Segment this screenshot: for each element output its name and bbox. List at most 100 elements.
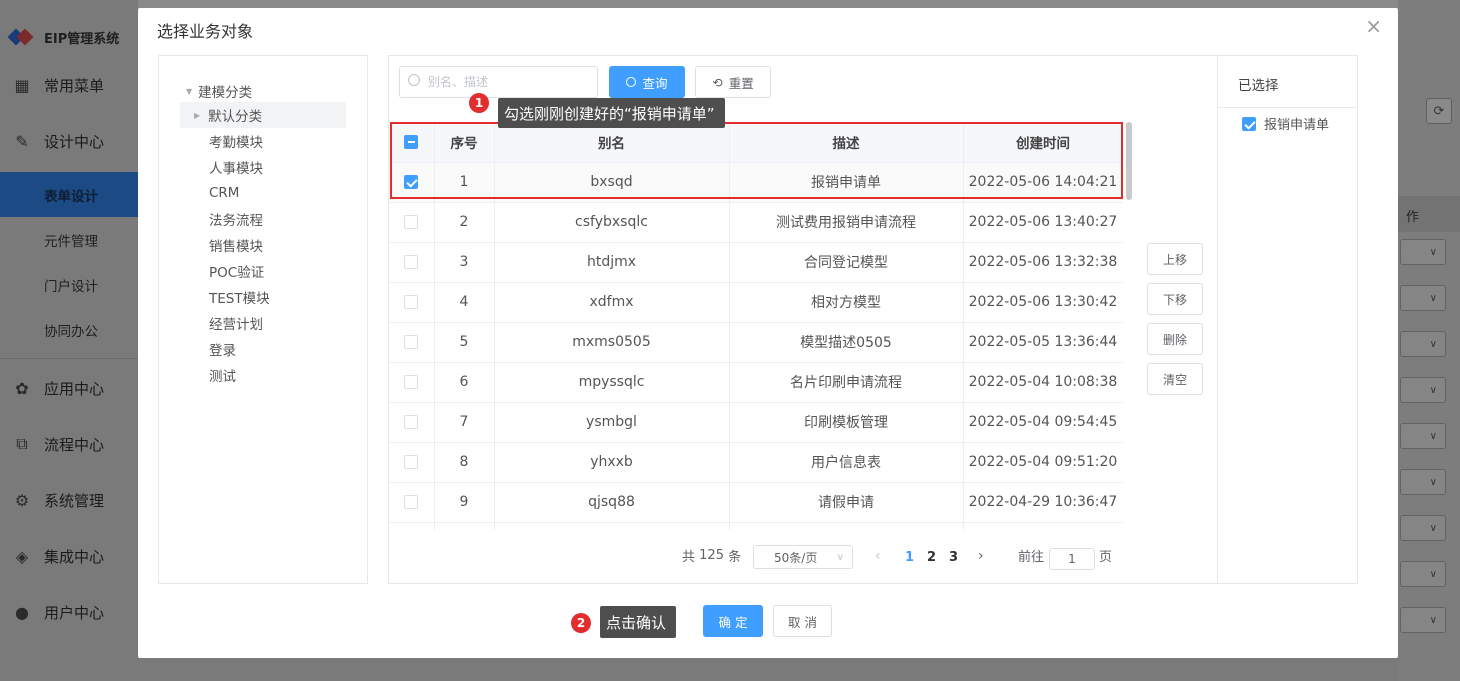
select-all-checkbox[interactable] (404, 134, 419, 149)
row-number: 8 (434, 442, 495, 483)
tree-item[interactable]: POC验证 (180, 258, 346, 284)
table-row[interactable]: 1 bxsqd 报销申请单 2022-05-06 14:04:21 (389, 162, 1123, 203)
move-up-button[interactable]: 上移 (1147, 243, 1203, 275)
row-created-time: 2022-05-06 13:40:27 (963, 202, 1123, 243)
prev-page-icon[interactable]: ‹ (875, 548, 881, 564)
column-header: 序号 (434, 122, 495, 163)
table-scrollbar-thumb[interactable] (1126, 122, 1132, 200)
gear-icon: ⚙ (14, 490, 30, 510)
page-size-select[interactable]: 50条/页 ∨ (753, 545, 853, 569)
background-row-dropdown[interactable]: ∨ (1400, 423, 1446, 449)
row-checkbox[interactable] (404, 335, 419, 349)
row-number: 7 (434, 402, 495, 443)
row-description: 报销申请单 (729, 162, 964, 203)
next-page-icon[interactable]: › (978, 548, 984, 564)
tree-item[interactable]: 测试 (180, 362, 346, 388)
tree-root[interactable]: ▼ 建模分类 (186, 81, 252, 101)
table-row[interactable]: 8 yhxxb 用户信息表 2022-05-04 09:51:20 (389, 442, 1123, 483)
tree-item[interactable]: CRM (180, 180, 346, 206)
background-row-dropdown[interactable]: ∨ (1400, 331, 1446, 357)
tree-item[interactable]: 法务流程 (180, 206, 346, 232)
tree-item[interactable]: 考勤模块 (180, 128, 346, 154)
select-all-cell[interactable] (389, 122, 435, 163)
tree-item[interactable]: 销售模块 (180, 232, 346, 258)
row-created-time: 2022-05-04 09:54:45 (963, 402, 1123, 443)
row-number: 4 (434, 282, 495, 323)
row-checkbox[interactable] (404, 215, 419, 229)
tree-item[interactable]: 经营计划 (180, 310, 346, 336)
subnav-form-design[interactable]: 表单设计 (0, 172, 138, 217)
user-icon: ● (15, 602, 29, 622)
confirm-button[interactable]: 确 定 (703, 605, 763, 637)
nav-item-flow-center[interactable]: ⧉ 流程中心 (0, 416, 138, 472)
table-row[interactable]: 2 csfybxsqlc 测试费用报销申请流程 2022-05-06 13:40… (389, 202, 1123, 243)
selected-item-checkbox[interactable] (1242, 116, 1256, 131)
row-created-time: 2022-05-06 14:04:21 (963, 162, 1123, 203)
reset-label: 重置 (728, 75, 754, 91)
table-row[interactable] (389, 522, 1123, 530)
query-button[interactable]: 查询 (609, 66, 685, 98)
subnav-portal-design[interactable]: 门户设计 (0, 262, 138, 307)
goto-page-input[interactable] (1049, 548, 1095, 570)
row-checkbox[interactable] (404, 175, 419, 189)
caret-down-icon: ▼ (186, 86, 193, 96)
row-checkbox[interactable] (404, 375, 419, 389)
step2-badge: 2 (571, 613, 591, 633)
flow-icon: ⧉ (16, 434, 28, 453)
nav-label: 用户中心 (44, 603, 105, 622)
nav-item-app-center[interactable]: ✿ 应用中心 (0, 360, 138, 416)
page-3[interactable]: 3 (949, 550, 958, 565)
background-row-dropdown[interactable]: ∨ (1400, 239, 1446, 265)
row-alias: csfybxsqlc (494, 202, 730, 243)
close-icon[interactable]: × (1365, 16, 1382, 36)
row-checkbox[interactable] (404, 455, 419, 469)
move-buttons-panel (1138, 55, 1218, 584)
tree-item[interactable]: 登录 (180, 336, 346, 362)
tree-item[interactable]: TEST模块 (180, 284, 346, 310)
subnav-component-management[interactable]: 元件管理 (0, 217, 138, 262)
background-row-dropdown[interactable]: ∨ (1400, 515, 1446, 541)
reset-button[interactable]: ⟲ 重置 (695, 66, 771, 98)
row-created-time: 2022-04-29 10:36:47 (963, 482, 1123, 523)
dialog-title: 选择业务对象 (157, 22, 254, 41)
subnav-collaboration[interactable]: 协同办公 (0, 307, 138, 352)
table-row[interactable]: 6 mpyssqlc 名片印刷申请流程 2022-05-04 10:08:38 (389, 362, 1123, 403)
row-description: 相对方模型 (729, 282, 964, 323)
page-1[interactable]: 1 (905, 550, 914, 565)
row-checkbox[interactable] (404, 295, 419, 309)
background-row-dropdown[interactable]: ∨ (1400, 377, 1446, 403)
refresh-icon[interactable]: ⟳ (1426, 98, 1452, 124)
page-2[interactable]: 2 (927, 550, 936, 565)
nav-item-system-management[interactable]: ⚙ 系统管理 (0, 472, 138, 528)
background-row-dropdown[interactable]: ∨ (1400, 285, 1446, 311)
table-row[interactable]: 7 ysmbgl 印刷模板管理 2022-05-04 09:54:45 (389, 402, 1123, 443)
nav-item-user-center[interactable]: ● 用户中心 (0, 584, 138, 640)
clear-button[interactable]: 清空 (1147, 363, 1203, 395)
cancel-button[interactable]: 取 消 (773, 605, 832, 637)
table-row[interactable]: 4 xdfmx 相对方模型 2022-05-06 13:30:42 (389, 282, 1123, 323)
nav-item-integration-center[interactable]: ◈ 集成中心 (0, 528, 138, 584)
nav-item-common-menu[interactable]: ▦ 常用菜单 (0, 57, 138, 113)
delete-button[interactable]: 删除 (1147, 323, 1203, 355)
page-size-value: 50条/页 (774, 550, 818, 565)
background-row-dropdown[interactable]: ∨ (1400, 469, 1446, 495)
row-description: 印刷模板管理 (729, 402, 964, 443)
background-row-dropdown[interactable]: ∨ (1400, 607, 1446, 633)
step2-tooltip: 点击确认 (600, 606, 677, 638)
object-table: 序号 别名 描述 创建时间 1 bxsqd 报销申请单 2022-05-06 1… (389, 122, 1123, 530)
tree-item-default[interactable]: ▶ 默认分类 (180, 102, 346, 128)
search-input[interactable] (399, 66, 598, 98)
tree-item[interactable]: 人事模块 (180, 154, 346, 180)
pagination-total: 共 125 条 (682, 546, 741, 565)
table-row[interactable]: 5 mxms0505 模型描述0505 2022-05-05 13:36:44 (389, 322, 1123, 363)
row-checkbox[interactable] (404, 415, 419, 429)
table-row[interactable]: 3 htdjmx 合同登记模型 2022-05-06 13:32:38 (389, 242, 1123, 283)
row-checkbox[interactable] (404, 495, 419, 509)
nav-item-design-center[interactable]: ✎ 设计中心 (0, 113, 138, 169)
row-checkbox[interactable] (404, 255, 419, 269)
selected-item[interactable]: 报销申请单 (1242, 114, 1329, 133)
table-row[interactable]: 9 qjsq88 请假申请 2022-04-29 10:36:47 (389, 482, 1123, 523)
move-down-button[interactable]: 下移 (1147, 283, 1203, 315)
row-number: 6 (434, 362, 495, 403)
background-row-dropdown[interactable]: ∨ (1400, 561, 1446, 587)
